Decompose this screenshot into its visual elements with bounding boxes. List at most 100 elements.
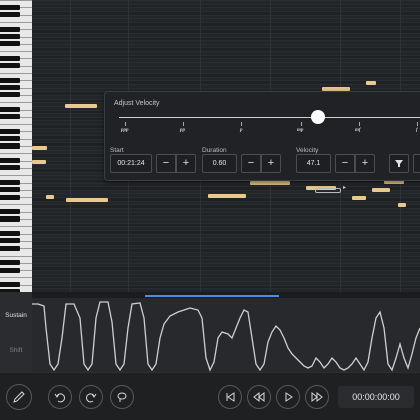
black-key[interactable] xyxy=(0,187,20,193)
grid-row-line xyxy=(32,54,420,56)
black-key[interactable] xyxy=(0,128,20,134)
grid-row-line xyxy=(32,87,420,89)
grid-row-line xyxy=(32,69,420,71)
velocity-popup-title: Adjust Velocity xyxy=(114,100,160,107)
shift-lane-label[interactable]: Shift xyxy=(0,347,32,354)
black-key[interactable] xyxy=(0,260,20,266)
velocity-slider-track[interactable] xyxy=(119,117,420,118)
start-increment-button[interactable]: + xyxy=(176,154,196,173)
grid-row-line xyxy=(32,211,420,213)
midi-note[interactable] xyxy=(208,194,246,198)
grid-row-line xyxy=(32,277,420,279)
grid-row-line xyxy=(32,226,420,228)
grid-row-line xyxy=(32,229,420,231)
black-key[interactable] xyxy=(0,26,20,32)
grid-row-line xyxy=(32,255,420,257)
lasso-tool-button[interactable] xyxy=(110,385,134,409)
start-decrement-button[interactable]: − xyxy=(156,154,176,173)
midi-note[interactable] xyxy=(46,195,54,199)
black-key[interactable] xyxy=(0,267,20,273)
midi-note[interactable] xyxy=(250,181,290,185)
duration-field[interactable]: 0.60 xyxy=(202,154,237,173)
selection-range-bar[interactable] xyxy=(145,295,279,297)
black-key[interactable] xyxy=(0,238,20,244)
grid-row-line xyxy=(32,259,420,261)
grid-row-line xyxy=(32,62,420,64)
velocity-increment-button[interactable]: + xyxy=(355,154,375,173)
black-key[interactable] xyxy=(0,194,20,200)
velocity-slider-thumb[interactable] xyxy=(311,110,325,124)
black-key[interactable] xyxy=(0,136,20,142)
scroll-right-icon: ▸ xyxy=(343,185,347,191)
black-key[interactable] xyxy=(0,4,20,10)
midi-note[interactable] xyxy=(398,203,406,207)
skip-to-start-button[interactable] xyxy=(218,385,242,409)
pencil-tool-button[interactable] xyxy=(6,384,32,410)
midi-note[interactable] xyxy=(65,104,97,108)
controller-lane[interactable] xyxy=(32,298,420,372)
fast-forward-button[interactable] xyxy=(305,385,329,409)
grid-row-line xyxy=(32,273,420,275)
midi-note[interactable] xyxy=(372,188,390,192)
grid-row-line xyxy=(32,3,420,5)
undo-button[interactable] xyxy=(48,385,72,409)
grid-row-line xyxy=(32,32,420,34)
grid-row-line xyxy=(32,219,420,220)
black-key[interactable] xyxy=(0,12,20,18)
black-key[interactable] xyxy=(0,41,20,47)
play-button[interactable] xyxy=(276,385,300,409)
grid-row-line xyxy=(32,7,420,9)
piano-roll-editor: Adjust Velocity ppp pp p mp mf f Start 0… xyxy=(0,0,420,420)
redo-button[interactable] xyxy=(79,385,103,409)
next-button[interactable] xyxy=(413,154,420,173)
grid-row-line xyxy=(32,186,420,188)
fast-forward-icon xyxy=(311,391,323,403)
black-key[interactable] xyxy=(0,114,20,120)
piano-keyboard[interactable] xyxy=(0,0,32,292)
midi-note[interactable] xyxy=(66,198,108,202)
midi-note[interactable] xyxy=(352,196,366,200)
slider-tick xyxy=(359,122,360,126)
black-key[interactable] xyxy=(0,92,20,98)
velocity-decrement-button[interactable]: − xyxy=(335,154,355,173)
black-key[interactable] xyxy=(0,231,20,237)
popup-scroll-indicator[interactable] xyxy=(315,188,341,193)
black-key[interactable] xyxy=(0,158,20,164)
black-key[interactable] xyxy=(0,55,20,61)
play-icon xyxy=(285,392,293,402)
black-key[interactable] xyxy=(0,106,20,113)
black-key[interactable] xyxy=(0,209,20,215)
midi-note[interactable] xyxy=(366,81,376,85)
black-key[interactable] xyxy=(0,85,20,91)
black-key[interactable] xyxy=(0,33,20,40)
slider-tick xyxy=(241,122,242,126)
grid-row-line xyxy=(32,18,420,20)
grid-row-line xyxy=(32,43,420,45)
duration-decrement-button[interactable]: − xyxy=(241,154,261,173)
midi-note[interactable] xyxy=(32,146,47,150)
black-key[interactable] xyxy=(0,282,20,288)
duration-increment-button[interactable]: + xyxy=(261,154,281,173)
black-key[interactable] xyxy=(0,165,20,171)
velocity-field[interactable]: 47.1 xyxy=(296,154,331,173)
grid-row-line xyxy=(32,215,420,217)
midi-note[interactable] xyxy=(32,160,46,164)
filter-icon xyxy=(395,160,403,167)
grid-row-line xyxy=(32,270,420,272)
scroll-left-icon: ◂ xyxy=(308,185,312,191)
beat-line xyxy=(70,0,71,292)
grid-row-line xyxy=(32,83,420,85)
slider-tick xyxy=(301,122,302,126)
rewind-button[interactable] xyxy=(247,385,271,409)
filter-button[interactable] xyxy=(389,154,409,173)
black-key[interactable] xyxy=(0,77,20,83)
black-key[interactable] xyxy=(0,143,20,149)
black-key[interactable] xyxy=(0,245,20,251)
black-key[interactable] xyxy=(0,216,20,222)
bottom-toolbar: 00:00:00:00 xyxy=(0,372,420,420)
start-field[interactable]: 00:21:24 xyxy=(110,154,152,173)
black-key[interactable] xyxy=(0,179,20,186)
sustain-lane-label[interactable]: Sustain xyxy=(0,312,32,319)
grid-row-line xyxy=(32,222,420,224)
black-key[interactable] xyxy=(0,63,20,69)
